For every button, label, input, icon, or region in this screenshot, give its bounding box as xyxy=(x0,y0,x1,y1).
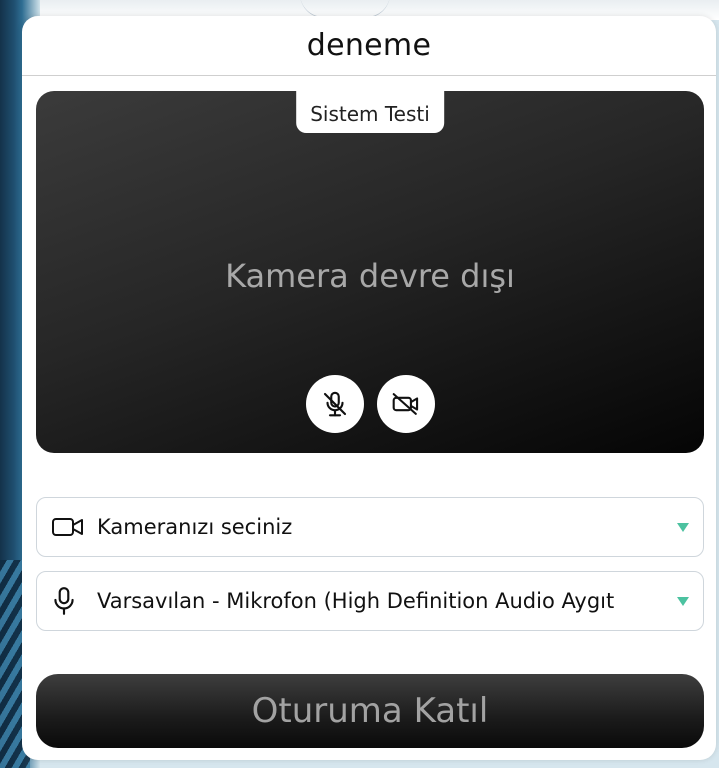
camera-off-icon xyxy=(392,393,418,415)
chevron-down-icon xyxy=(677,522,689,532)
chevron-down-icon xyxy=(677,596,689,606)
video-camera-icon xyxy=(51,512,87,542)
system-test-badge: Sistem Testi xyxy=(296,91,444,133)
video-preview: Sistem Testi Kamera devre dışı xyxy=(36,91,704,453)
preview-controls xyxy=(36,375,704,433)
camera-select-value: Kameranızı seciniz xyxy=(97,515,293,539)
disable-camera-button[interactable] xyxy=(376,375,435,433)
mic-off-icon xyxy=(323,391,346,417)
microphone-select-value: Varsavılan - Mikrofon (High Definition A… xyxy=(97,589,615,613)
meeting-title: deneme xyxy=(22,16,716,76)
join-session-button[interactable]: Oturuma Katıl xyxy=(36,674,704,748)
join-card: deneme Sistem Testi Kamera devre dışı Ka… xyxy=(22,16,716,760)
camera-select[interactable]: Kameranızı seciniz xyxy=(36,497,704,557)
microphone-icon xyxy=(51,586,87,616)
camera-disabled-text: Kamera devre dışı xyxy=(225,257,515,295)
microphone-select[interactable]: Varsavılan - Mikrofon (High Definition A… xyxy=(36,571,704,631)
mute-mic-button[interactable] xyxy=(305,375,364,433)
